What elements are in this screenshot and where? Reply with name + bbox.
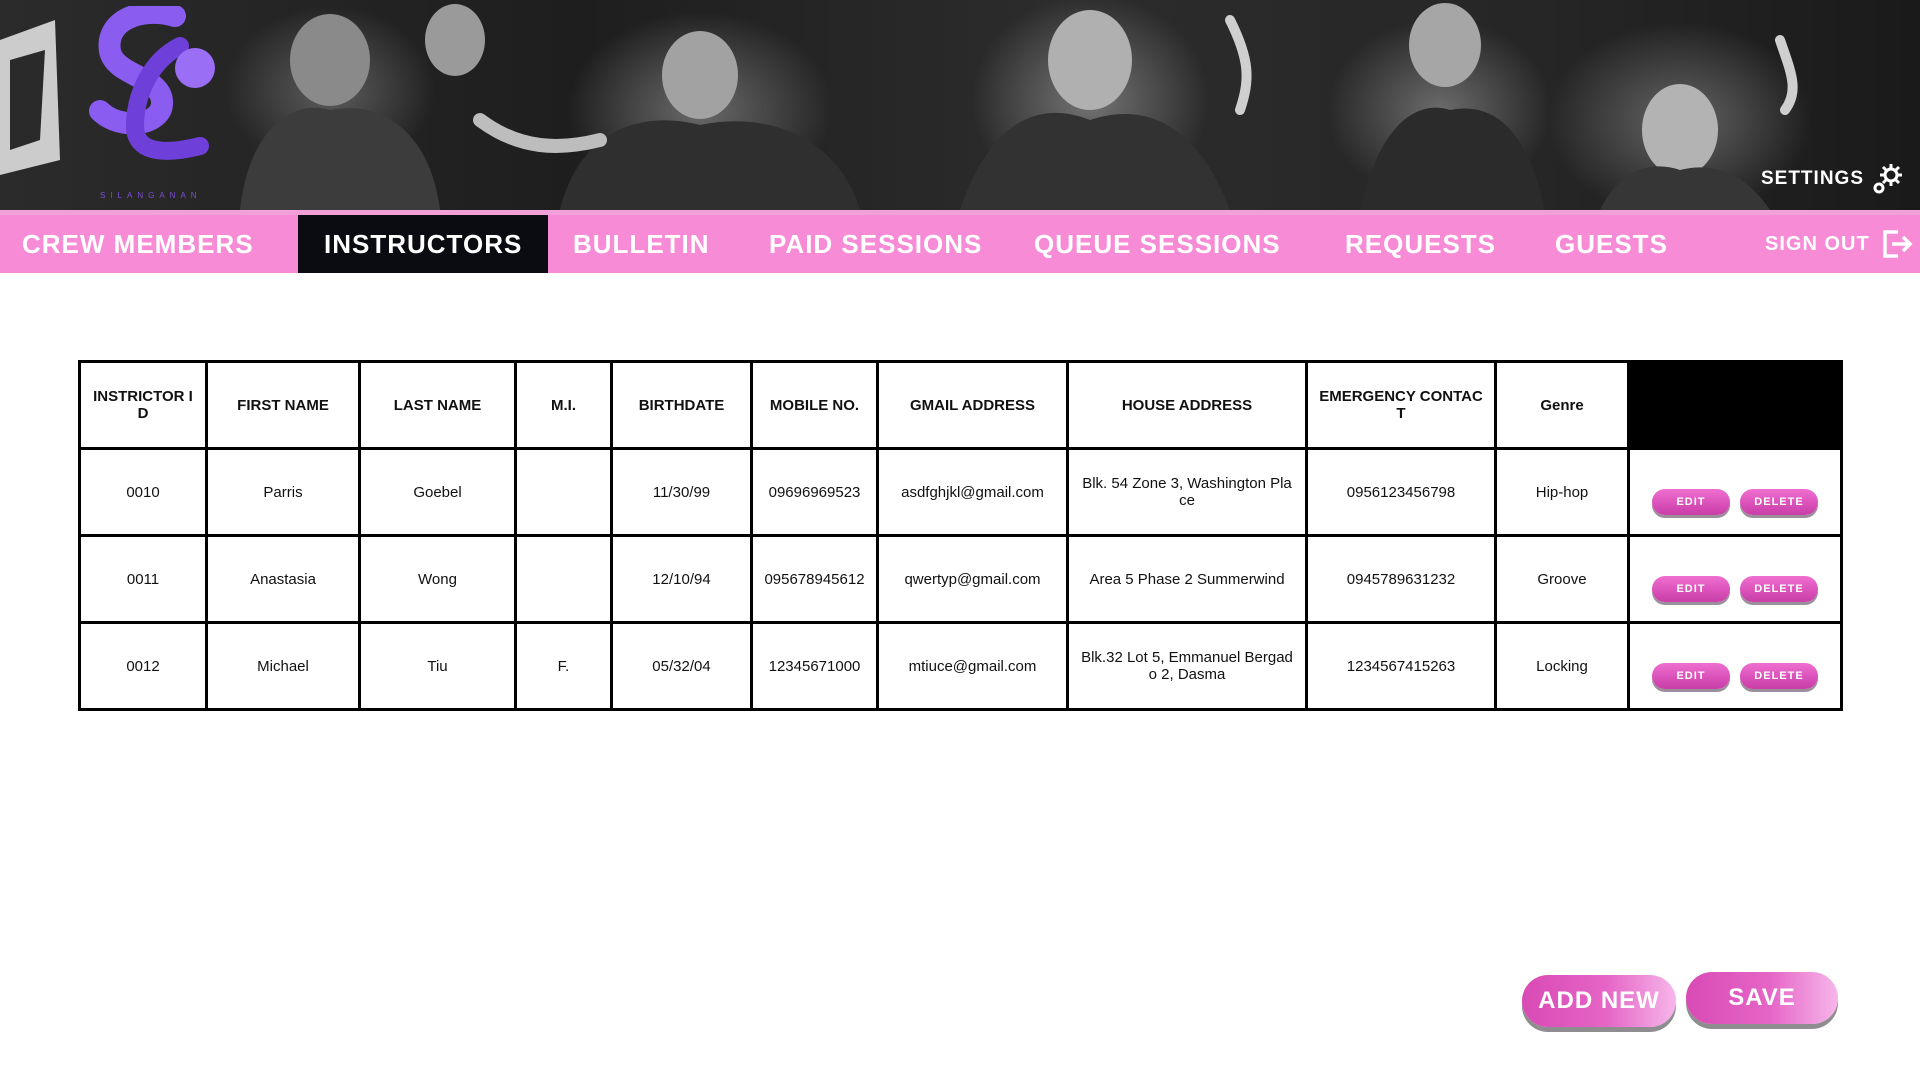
cell-emergency-contact: 0945789631232	[1305, 534, 1497, 624]
cell-actions: EDIT DELETE	[1627, 534, 1843, 624]
col-header-gmail: GMAIL ADDRESS	[876, 360, 1069, 450]
delete-button[interactable]: DELETE	[1740, 576, 1818, 602]
instructors-table-container: INSTRICTOR ID FIRST NAME LAST NAME M.I. …	[78, 360, 1843, 711]
cell-last-name: Wong	[358, 534, 517, 624]
col-header-actions	[1627, 360, 1843, 450]
cell-mobile: 12345671000	[750, 621, 879, 711]
cell-mi	[514, 447, 613, 537]
table-row: 0010 Parris Goebel 11/30/99 09696969523 …	[78, 447, 1843, 537]
cell-emergency-contact: 1234567415263	[1305, 621, 1497, 711]
nav-bulletin[interactable]: BULLETIN	[573, 215, 710, 273]
cell-gmail: mtiuce@gmail.com	[876, 621, 1069, 711]
cell-first-name: Parris	[205, 447, 361, 537]
col-header-first-name: FIRST NAME	[205, 360, 361, 450]
cell-instructor-id: 0010	[78, 447, 208, 537]
sign-out-label: SIGN OUT	[1765, 232, 1870, 255]
cell-actions: EDIT DELETE	[1627, 621, 1843, 711]
cell-house-address: Blk.32 Lot 5, Emmanuel Bergado 2, Dasma	[1066, 621, 1308, 711]
save-button[interactable]: SAVE	[1686, 972, 1838, 1024]
col-header-birthdate: BIRTHDATE	[610, 360, 753, 450]
sign-out-button[interactable]: SIGN OUT	[1765, 215, 1914, 273]
nav-crew-members[interactable]: CREW MEMBERS	[22, 215, 254, 273]
cell-gmail: asdfghjkl@gmail.com	[876, 447, 1069, 537]
nav-paid-sessions[interactable]: PAID SESSIONS	[769, 215, 982, 273]
cell-birthdate: 12/10/94	[610, 534, 753, 624]
cell-genre: Hip-hop	[1494, 447, 1630, 537]
cell-gmail: qwertyp@gmail.com	[876, 534, 1069, 624]
gear-icon	[1873, 164, 1902, 194]
delete-button[interactable]: DELETE	[1740, 663, 1818, 689]
cell-actions: EDIT DELETE	[1627, 447, 1843, 537]
delete-button[interactable]: DELETE	[1740, 489, 1818, 515]
cell-first-name: Anastasia	[205, 534, 361, 624]
edit-button[interactable]: EDIT	[1652, 489, 1730, 515]
col-header-mobile: MOBILE NO.	[750, 360, 879, 450]
nav-queue-sessions[interactable]: QUEUE SESSIONS	[1034, 215, 1281, 273]
dancers-photo	[0, 3, 1798, 210]
col-header-instructor-id: INSTRICTOR ID	[78, 360, 208, 450]
settings-label: SETTINGS	[1760, 168, 1864, 189]
cell-last-name: Tiu	[358, 621, 517, 711]
nav-guests[interactable]: GUESTS	[1555, 215, 1668, 273]
sign-out-icon	[1882, 230, 1913, 258]
header-banner: SILANGANAN SETTINGS	[0, 0, 1920, 210]
table-row: 0011 Anastasia Wong 12/10/94 09567894561…	[78, 534, 1843, 624]
cell-house-address: Blk. 54 Zone 3, Washington Place	[1066, 447, 1308, 537]
table-row: 0012 Michael Tiu F. 05/32/04 12345671000…	[78, 621, 1843, 711]
nav-requests[interactable]: REQUESTS	[1345, 215, 1496, 273]
cell-first-name: Michael	[205, 621, 361, 711]
cell-house-address: Area 5 Phase 2 Summerwind	[1066, 534, 1308, 624]
add-new-button[interactable]: ADD NEW	[1522, 975, 1676, 1027]
col-header-house-address: HOUSE ADDRESS	[1066, 360, 1308, 450]
cell-emergency-contact: 0956123456798	[1305, 447, 1497, 537]
cell-instructor-id: 0012	[78, 621, 208, 711]
nav-instructors[interactable]: INSTRUCTORS	[298, 215, 549, 273]
cell-last-name: Goebel	[358, 447, 517, 537]
cell-birthdate: 05/32/04	[610, 621, 753, 711]
brand-sub-label: SILANGANAN	[100, 191, 202, 200]
cell-genre: Locking	[1494, 621, 1630, 711]
table-header-row: INSTRICTOR ID FIRST NAME LAST NAME M.I. …	[78, 360, 1843, 450]
edit-button[interactable]: EDIT	[1652, 663, 1730, 689]
col-header-emergency-contact: EMERGENCY CONTACT	[1305, 360, 1497, 450]
cell-mi: F.	[514, 621, 613, 711]
cell-birthdate: 11/30/99	[610, 447, 753, 537]
cell-instructor-id: 0011	[78, 534, 208, 624]
col-header-last-name: LAST NAME	[358, 360, 517, 450]
cell-mobile: 09696969523	[750, 447, 879, 537]
settings-button[interactable]: SETTINGS	[1761, 162, 1904, 196]
col-header-mi: M.I.	[514, 360, 613, 450]
cell-mi	[514, 534, 613, 624]
cell-genre: Groove	[1494, 534, 1630, 624]
cell-mobile: 095678945612	[750, 534, 879, 624]
main-nav: CREW MEMBERS INSTRUCTORS BULLETIN PAID S…	[0, 210, 1920, 273]
instructors-table: INSTRICTOR ID FIRST NAME LAST NAME M.I. …	[78, 360, 1843, 711]
col-header-genre: Genre	[1494, 360, 1630, 450]
edit-button[interactable]: EDIT	[1652, 576, 1730, 602]
brand-logo	[89, 6, 215, 160]
